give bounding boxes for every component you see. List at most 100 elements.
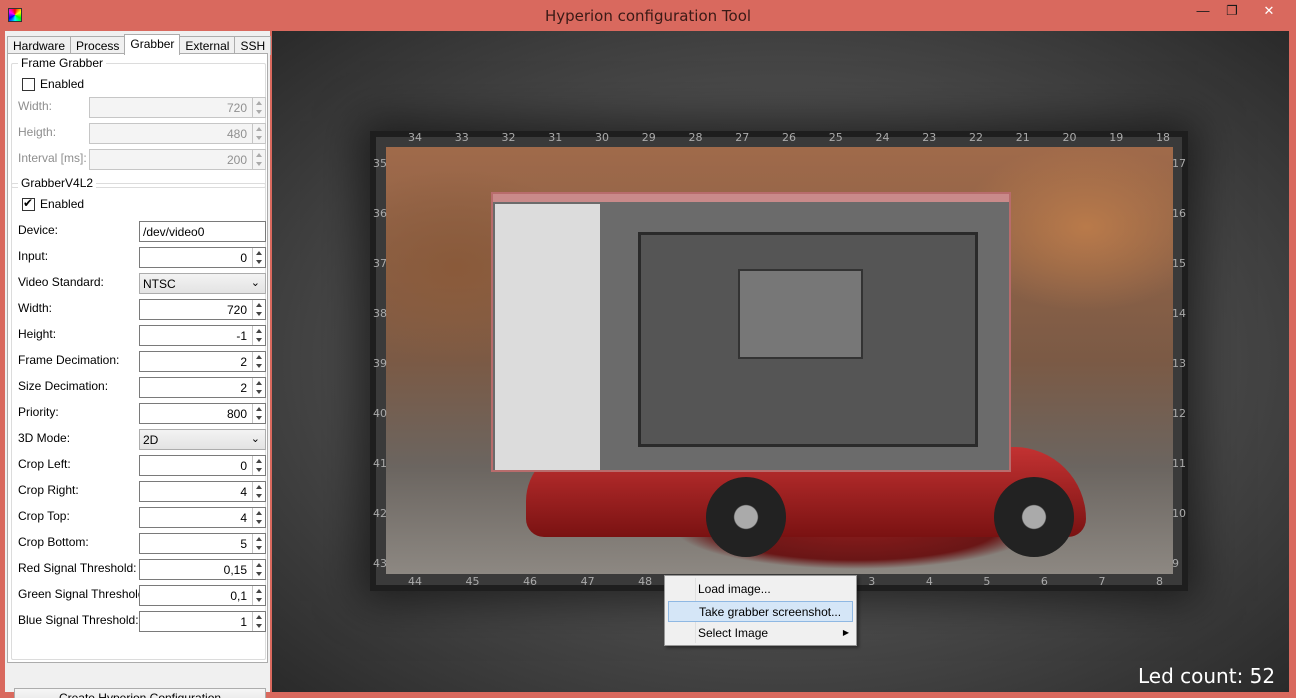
spin-arrows-icon[interactable] bbox=[252, 326, 265, 345]
maximize-button[interactable]: ❐ bbox=[1217, 0, 1247, 22]
close-button[interactable]: ✕ bbox=[1246, 0, 1292, 22]
minimize-button[interactable]: — bbox=[1188, 0, 1218, 22]
crop-right-spinbox[interactable]: 4 bbox=[139, 481, 266, 502]
menu-item-load-image[interactable]: Load image... bbox=[668, 579, 853, 600]
spin-arrows-icon[interactable] bbox=[252, 98, 265, 117]
led-index-label: 44 bbox=[408, 575, 422, 588]
chevron-down-icon[interactable]: ⌄ bbox=[251, 432, 260, 445]
device-input[interactable]: /dev/video0 bbox=[139, 221, 266, 242]
led-index-label: 41 bbox=[373, 457, 387, 470]
led-index-label: 28 bbox=[688, 131, 703, 144]
fg-interval-spinbox[interactable]: 200 bbox=[89, 149, 266, 170]
led-index-label: 25 bbox=[828, 131, 843, 144]
frame-grabber-enabled-box[interactable] bbox=[22, 77, 35, 91]
chevron-down-icon[interactable]: ⌄ bbox=[251, 276, 260, 289]
priority-spinbox[interactable]: 800 bbox=[139, 403, 266, 424]
size-decimation-spinbox[interactable]: 2 bbox=[139, 377, 266, 398]
width-spinbox[interactable]: 720 bbox=[139, 299, 266, 320]
fg-width-spinbox[interactable]: 720 bbox=[89, 97, 266, 118]
spin-arrows-icon[interactable] bbox=[252, 248, 265, 267]
led-count: Led count: 52 bbox=[1138, 664, 1276, 688]
spin-arrows-icon[interactable] bbox=[252, 150, 265, 169]
led-index-label: 39 bbox=[373, 357, 387, 370]
video-standard-label: Video Standard: bbox=[18, 275, 104, 289]
red-signal-threshold-spinbox[interactable]: 0,15 bbox=[139, 559, 266, 580]
spin-arrows-icon[interactable] bbox=[252, 124, 265, 143]
height-value: -1 bbox=[236, 329, 247, 343]
crop-left-value: 0 bbox=[240, 459, 247, 473]
3d-mode-label: 3D Mode: bbox=[18, 431, 71, 445]
frame-decimation-spinbox[interactable]: 2 bbox=[139, 351, 266, 372]
grabber-tab-pane: Frame Grabber Enabled Width: 720 Heigth:… bbox=[7, 53, 268, 698]
led-index-label: 24 bbox=[875, 131, 890, 144]
spin-arrows-icon[interactable] bbox=[252, 482, 265, 501]
led-index-label: 37 bbox=[373, 257, 387, 270]
led-index-label: 6 bbox=[1040, 575, 1048, 588]
fg-width-label: Width: bbox=[18, 99, 53, 113]
input-label: Input: bbox=[18, 249, 49, 263]
priority-label: Priority: bbox=[18, 405, 59, 419]
crop-bottom-spinbox[interactable]: 5 bbox=[139, 533, 266, 554]
led-index-label: 9 bbox=[1172, 557, 1179, 570]
settings-panel: Hardware Process Grabber External SSH Fr… bbox=[5, 31, 272, 698]
tab-grabber[interactable]: Grabber bbox=[124, 34, 181, 55]
spin-arrows-icon[interactable] bbox=[252, 352, 265, 371]
led-index-label: 40 bbox=[373, 407, 387, 420]
spin-arrows-icon[interactable] bbox=[252, 378, 265, 397]
width-value: 720 bbox=[226, 303, 247, 317]
led-layout-overlay: 34 33 32 31 30 29 28 27 26 25 24 23 22 21 20 19 18 44 45 46… bbox=[373, 131, 1194, 597]
v4l2-enabled-box[interactable] bbox=[22, 196, 35, 211]
blue-signal-threshold-spinbox[interactable]: 1 bbox=[139, 611, 266, 632]
width-label: Width: bbox=[18, 301, 53, 315]
frame-grabber-enabled-checkbox[interactable]: Enabled bbox=[22, 77, 84, 91]
video-standard-value: NTSC bbox=[143, 277, 176, 291]
priority-value: 800 bbox=[226, 407, 247, 421]
crop-left-label: Crop Left: bbox=[18, 457, 71, 471]
frame-decimation-label: Frame Decimation: bbox=[18, 353, 120, 367]
spin-arrows-icon[interactable] bbox=[252, 456, 265, 475]
fg-width-value: 720 bbox=[226, 101, 247, 115]
menu-item-take-screenshot[interactable]: Take grabber screenshot... bbox=[668, 601, 853, 622]
menu-item-label: Select Image bbox=[698, 626, 769, 640]
spin-arrows-icon[interactable] bbox=[252, 612, 265, 631]
frame-grabber-enabled-label: Enabled bbox=[40, 77, 85, 91]
fg-height-spinbox[interactable]: 480 bbox=[89, 123, 266, 144]
menu-item-select-image[interactable]: Select Image ▶ bbox=[668, 623, 853, 644]
led-index-label: 21 bbox=[1015, 131, 1030, 144]
crop-bottom-value: 5 bbox=[240, 537, 247, 551]
blue-signal-threshold-label: Blue Signal Threshold: bbox=[18, 613, 139, 627]
spin-arrows-icon[interactable] bbox=[252, 586, 265, 605]
spin-arrows-icon[interactable] bbox=[252, 560, 265, 579]
menu-item-label: Take grabber screenshot... bbox=[699, 605, 842, 619]
led-index-label: 48 bbox=[638, 575, 653, 588]
v4l2-grabber-group: GrabberV4L2 Enabled Device: /dev/video0 In… bbox=[11, 176, 266, 660]
led-index-label: 16 bbox=[1172, 207, 1186, 220]
led-index-label: 3 bbox=[868, 575, 876, 588]
create-configuration-button[interactable]: Create Hyperion Configuration bbox=[14, 688, 266, 698]
led-index-label: 45 bbox=[465, 575, 480, 588]
menu-item-label: Load image... bbox=[698, 582, 771, 596]
led-index-label: 8 bbox=[1156, 575, 1163, 588]
device-value: /dev/video0 bbox=[143, 225, 205, 239]
crop-top-value: 4 bbox=[240, 511, 247, 525]
green-signal-threshold-label: Green Signal Threshold: bbox=[18, 587, 148, 601]
green-signal-threshold-spinbox[interactable]: 0,1 bbox=[139, 585, 266, 606]
spin-arrows-icon[interactable] bbox=[252, 300, 265, 319]
size-decimation-label: Size Decimation: bbox=[18, 379, 109, 393]
crop-top-spinbox[interactable]: 4 bbox=[139, 507, 266, 528]
fg-interval-value: 200 bbox=[226, 153, 247, 167]
height-spinbox[interactable]: -1 bbox=[139, 325, 266, 346]
video-standard-combobox[interactable]: NTSC ⌄ bbox=[139, 273, 266, 294]
crop-left-spinbox[interactable]: 0 bbox=[139, 455, 266, 476]
led-index-label: 43 bbox=[373, 557, 387, 570]
led-index-label: 12 bbox=[1172, 407, 1186, 420]
spin-arrows-icon[interactable] bbox=[252, 508, 265, 527]
v4l2-enabled-checkbox[interactable]: Enabled bbox=[22, 196, 84, 211]
input-spinbox[interactable]: 0 bbox=[139, 247, 266, 268]
fg-height-value: 480 bbox=[226, 127, 247, 141]
height-label: Height: bbox=[18, 327, 57, 341]
spin-arrows-icon[interactable] bbox=[252, 404, 265, 423]
led-index-label: 11 bbox=[1172, 457, 1186, 470]
3d-mode-combobox[interactable]: 2D ⌄ bbox=[139, 429, 266, 450]
spin-arrows-icon[interactable] bbox=[252, 534, 265, 553]
